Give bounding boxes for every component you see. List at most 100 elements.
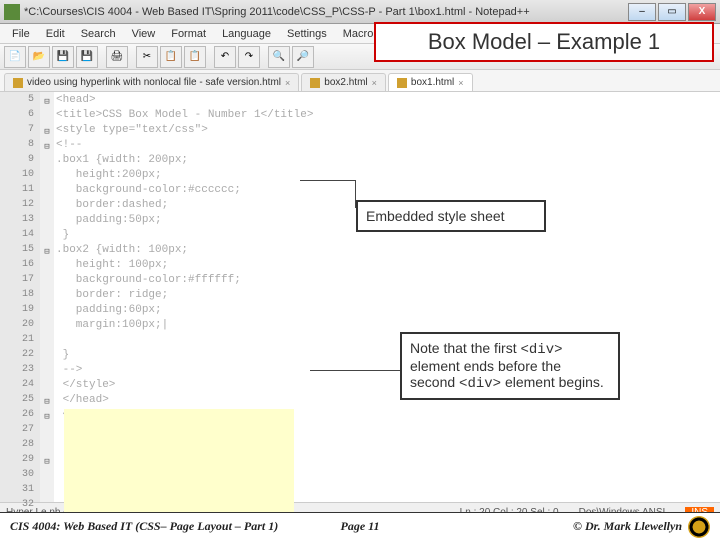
replace-icon[interactable]: 🔎 xyxy=(292,46,314,68)
close-button[interactable]: X xyxy=(688,3,716,21)
line-number: 8 xyxy=(0,139,40,154)
menu-view[interactable]: View xyxy=(124,26,164,42)
fold-mark[interactable] xyxy=(40,334,54,349)
tab-video[interactable]: video using hyperlink with nonlocal file… xyxy=(4,73,299,91)
paste-icon[interactable]: 📋 xyxy=(184,46,206,68)
tab-box1[interactable]: box1.html × xyxy=(388,73,473,91)
code-line[interactable]: } xyxy=(54,349,720,364)
code-line[interactable]: <head> xyxy=(54,94,720,109)
copy-icon[interactable]: 📋 xyxy=(160,46,182,68)
fold-mark[interactable]: ⊟ xyxy=(40,244,54,259)
fold-mark[interactable] xyxy=(40,439,54,454)
slide-footer: CIS 4004: Web Based IT (CSS– Page Layout… xyxy=(0,512,720,540)
fold-mark[interactable] xyxy=(40,424,54,439)
maximize-button[interactable]: ▭ xyxy=(658,3,686,21)
fold-mark[interactable] xyxy=(40,289,54,304)
fold-mark[interactable]: ⊟ xyxy=(40,124,54,139)
fold-column: ⊟⊟⊟⊟⊟⊟⊟ xyxy=(40,92,54,502)
line-number: 27 xyxy=(0,424,40,439)
fold-mark[interactable]: ⊟ xyxy=(40,394,54,409)
callout-line xyxy=(310,370,400,371)
code-line[interactable]: .box1 {width: 200px; xyxy=(54,154,720,169)
menu-language[interactable]: Language xyxy=(214,26,279,42)
code-line[interactable]: --> xyxy=(54,364,720,379)
callout-line xyxy=(300,180,356,208)
code-line[interactable]: height: 100px; xyxy=(54,259,720,274)
footer-page: Page 11 xyxy=(300,519,420,534)
undo-icon[interactable]: ↶ xyxy=(214,46,236,68)
menu-file[interactable]: File xyxy=(4,26,38,42)
code-line[interactable]: background-color:#ffffff; xyxy=(54,274,720,289)
code-area[interactable]: <head><title>CSS Box Model - Number 1</t… xyxy=(54,92,720,502)
fold-mark[interactable] xyxy=(40,469,54,484)
code-line[interactable]: padding:60px; xyxy=(54,304,720,319)
line-number: 17 xyxy=(0,274,40,289)
code-line[interactable]: margin:100px;| xyxy=(54,319,720,334)
editor[interactable]: 5678910111213141516171819202122232425262… xyxy=(0,92,720,502)
line-number: 25 xyxy=(0,394,40,409)
line-number: 14 xyxy=(0,229,40,244)
window-title: *C:\Courses\CIS 4004 - Web Based IT\Spri… xyxy=(24,6,628,18)
save-icon[interactable]: 💾 xyxy=(52,46,74,68)
code-line[interactable]: height:200px; xyxy=(54,169,720,184)
code-line[interactable] xyxy=(54,334,720,349)
menu-edit[interactable]: Edit xyxy=(38,26,73,42)
fold-mark[interactable] xyxy=(40,484,54,499)
open-file-icon[interactable]: 📂 xyxy=(28,46,50,68)
menu-search[interactable]: Search xyxy=(73,26,124,42)
code-line[interactable]: .box2 {width: 100px; xyxy=(54,244,720,259)
line-number: 5 xyxy=(0,94,40,109)
print-icon[interactable]: 🖨 xyxy=(106,46,128,68)
fold-mark[interactable] xyxy=(40,214,54,229)
fold-mark[interactable] xyxy=(40,364,54,379)
save-all-icon[interactable]: 💾 xyxy=(76,46,98,68)
code-line[interactable]: </head> xyxy=(54,394,720,409)
line-number: 21 xyxy=(0,334,40,349)
file-icon xyxy=(397,78,407,88)
cut-icon[interactable]: ✂ xyxy=(136,46,158,68)
window-controls: – ▭ X xyxy=(628,3,716,21)
fold-mark[interactable]: ⊟ xyxy=(40,94,54,109)
close-icon[interactable]: × xyxy=(372,78,377,88)
file-icon xyxy=(13,78,23,88)
menu-format[interactable]: Format xyxy=(163,26,214,42)
menu-settings[interactable]: Settings xyxy=(279,26,335,42)
annotation-div-note: Note that the first <div> element ends b… xyxy=(400,332,620,400)
line-number: 16 xyxy=(0,259,40,274)
code-line[interactable]: </style> xyxy=(54,379,720,394)
close-icon[interactable]: × xyxy=(285,78,290,88)
fold-mark[interactable] xyxy=(40,274,54,289)
code-line[interactable]: border: ridge; xyxy=(54,289,720,304)
minimize-button[interactable]: – xyxy=(628,3,656,21)
fold-mark[interactable] xyxy=(40,304,54,319)
fold-mark[interactable] xyxy=(40,169,54,184)
new-file-icon[interactable]: 📄 xyxy=(4,46,26,68)
fold-mark[interactable] xyxy=(40,349,54,364)
tab-box2[interactable]: box2.html × xyxy=(301,73,386,91)
code-line[interactable]: <style type="text/css"> xyxy=(54,124,720,139)
line-number-gutter: 5678910111213141516171819202122232425262… xyxy=(0,92,40,502)
code-line[interactable]: <!-- xyxy=(54,139,720,154)
line-number: 23 xyxy=(0,364,40,379)
line-number: 13 xyxy=(0,214,40,229)
fold-mark[interactable] xyxy=(40,229,54,244)
code-line[interactable]: background-color:#cccccc; xyxy=(54,184,720,199)
fold-mark[interactable]: ⊟ xyxy=(40,139,54,154)
fold-mark[interactable] xyxy=(40,259,54,274)
code-line[interactable]: <title>CSS Box Model - Number 1</title> xyxy=(54,109,720,124)
fold-mark[interactable] xyxy=(40,184,54,199)
redo-icon[interactable]: ↷ xyxy=(238,46,260,68)
fold-mark[interactable] xyxy=(40,319,54,334)
ucf-logo-icon xyxy=(688,516,710,538)
fold-mark[interactable] xyxy=(40,379,54,394)
fold-mark[interactable] xyxy=(40,154,54,169)
line-number: 18 xyxy=(0,289,40,304)
fold-mark[interactable] xyxy=(40,109,54,124)
fold-mark[interactable]: ⊟ xyxy=(40,409,54,424)
fold-mark[interactable] xyxy=(40,199,54,214)
tab-label: video using hyperlink with nonlocal file… xyxy=(27,77,281,88)
close-icon[interactable]: × xyxy=(458,78,463,88)
line-number: 20 xyxy=(0,319,40,334)
find-icon[interactable]: 🔍 xyxy=(268,46,290,68)
fold-mark[interactable]: ⊟ xyxy=(40,454,54,469)
